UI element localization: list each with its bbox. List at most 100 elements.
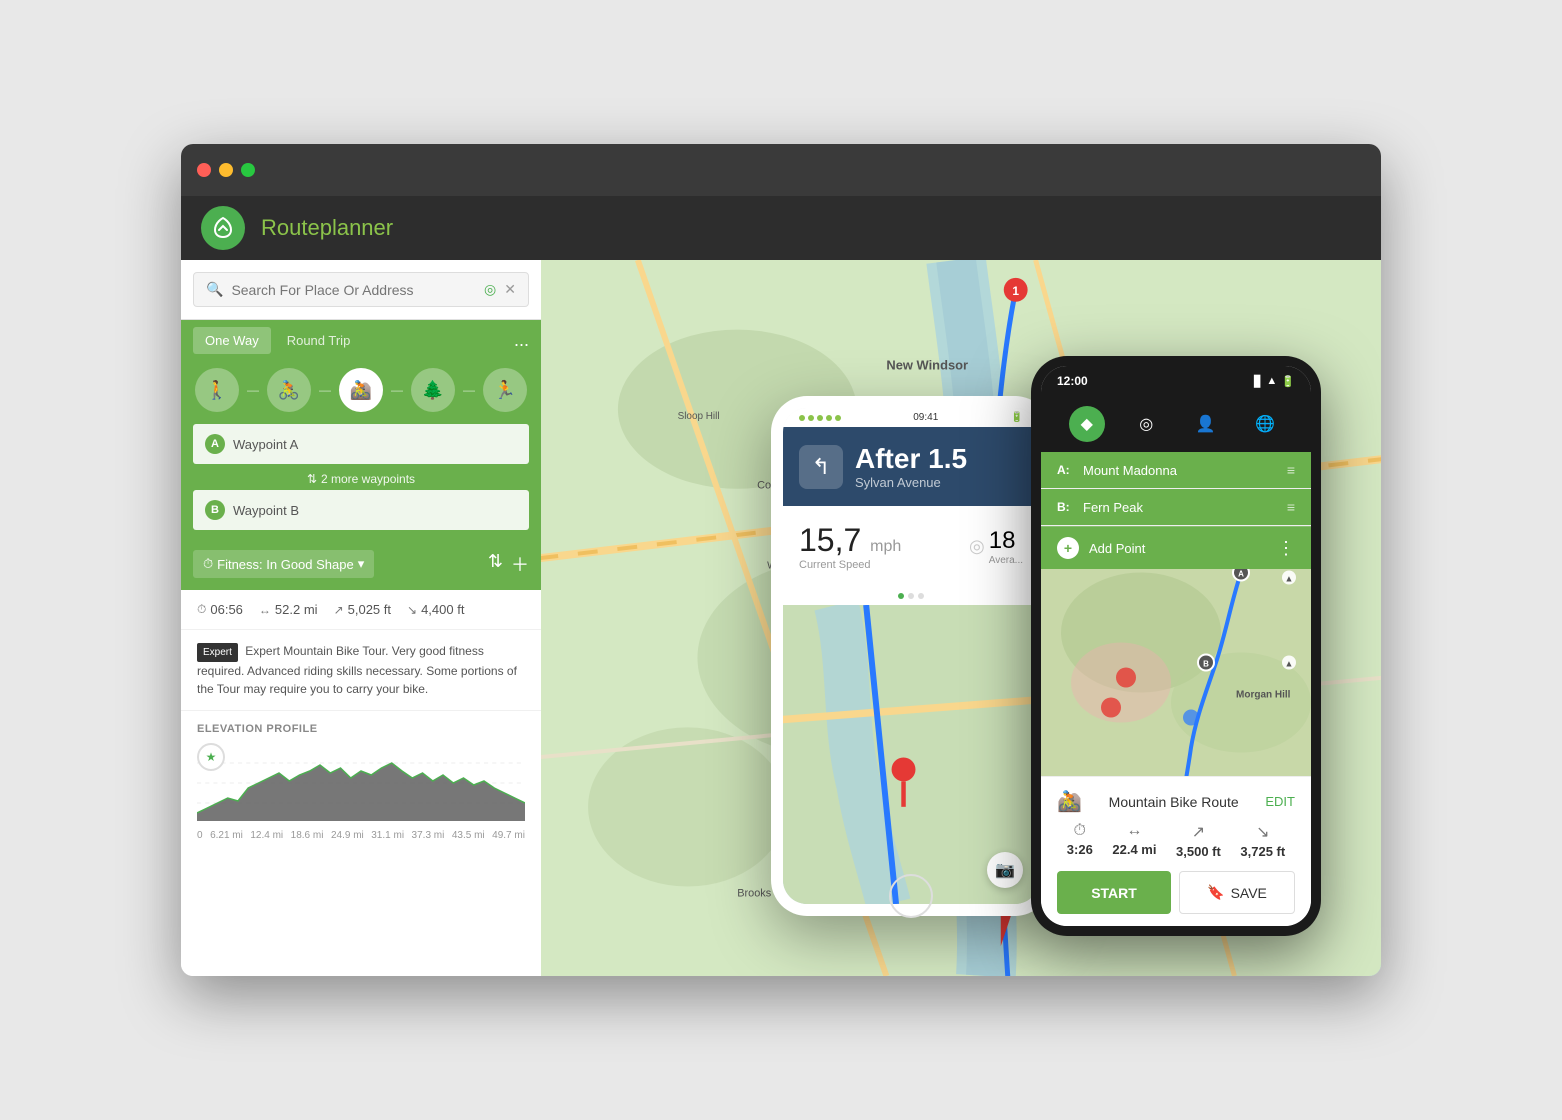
route-edit-button[interactable]: EDIT (1265, 794, 1295, 809)
more-waypoints[interactable]: ⇅ 2 more waypoints (193, 468, 529, 490)
black-wp-b-menu[interactable]: ≡ (1287, 499, 1295, 515)
black-waypoints: A: Mount Madonna ≡ B: Fern Peak ≡ (1041, 452, 1311, 569)
search-icon: 🔍 (206, 281, 223, 298)
more-options[interactable]: ... (514, 330, 529, 351)
waypoint-a-text: Waypoint A (233, 437, 298, 452)
waypoint-a-label: A (205, 434, 225, 454)
stat-descent-value: 4,400 ft (421, 602, 464, 617)
app-navbar: Routeplanner (181, 196, 1381, 260)
black-waypoint-b[interactable]: B: Fern Peak ≡ (1041, 489, 1311, 526)
route-time-icon: ⏱ (1067, 822, 1093, 840)
app-title: Routeplanner (261, 215, 393, 241)
phone-status-white: 09:41 🔋 (783, 408, 1039, 427)
location-icon[interactable]: ◎ (484, 281, 496, 298)
route-ascent-icon: ↗ (1176, 822, 1221, 842)
signal-icon: ▊ (1254, 375, 1262, 388)
tab-round-trip[interactable]: Round Trip (275, 327, 363, 354)
map-area[interactable]: 1 New Windsor Cornwall-on-Hudson West Po… (541, 260, 1381, 976)
route-time-value: 3:26 (1067, 842, 1093, 857)
fitness-select[interactable]: ⏱ Fitness: In Good Shape ▾ (193, 550, 374, 578)
elevation-chart: ★ 0 6.21 mi (197, 743, 525, 843)
nav-location-icon[interactable]: ◎ (1128, 406, 1164, 442)
home-button[interactable] (889, 874, 933, 918)
waypoint-a-row[interactable]: A Waypoint A (193, 424, 529, 464)
speed-avg-icon: ◎ (969, 536, 985, 557)
indicator-dot2 (908, 593, 914, 599)
black-wp-b-name: Fern Peak (1083, 500, 1277, 515)
nav-globe-icon[interactable]: 🌐 (1247, 406, 1283, 442)
battery-icon: 🔋 (1281, 375, 1295, 388)
distance-icon: ↔ (259, 603, 271, 617)
route-tabs: One Way Round Trip ... (181, 320, 541, 360)
transport-mountain-bike[interactable]: 🚵 (339, 368, 383, 412)
nav-route-icon[interactable]: ◆ (1069, 406, 1105, 442)
black-wp-a-name: Mount Madonna (1083, 463, 1277, 478)
elevation-title: ELEVATION PROFILE (197, 723, 525, 735)
signal-dot1 (799, 415, 805, 421)
nav-profile-icon[interactable]: 👤 (1188, 406, 1224, 442)
transport-walk[interactable]: 🚶 (195, 368, 239, 412)
svg-text:1: 1 (1012, 284, 1019, 298)
ascent-icon: ↗ (334, 603, 344, 617)
clear-icon[interactable]: ✕ (504, 281, 516, 298)
fitness-add-icon[interactable]: ＋ (511, 551, 529, 577)
route-stats: ⏱ 3:26 ↔ 22.4 mi ↗ (1057, 822, 1295, 859)
minimize-button[interactable] (219, 163, 233, 177)
speed-value: 15,7 mph (799, 522, 953, 559)
waypoint-b-row[interactable]: B Waypoint B (193, 490, 529, 530)
save-button[interactable]: 🔖 SAVE (1179, 871, 1295, 914)
black-status-icons: ▊ ▲ 🔋 (1254, 375, 1295, 388)
black-phone-map: A B Morgan Hi (1041, 569, 1311, 776)
black-wp-a-menu[interactable]: ≡ (1287, 462, 1295, 478)
svg-text:▲: ▲ (1285, 574, 1294, 584)
svg-text:▲: ▲ (1285, 659, 1294, 669)
connector1: — (247, 383, 259, 397)
nav-turn-arrow: ↰ (799, 445, 843, 489)
black-waypoint-a[interactable]: A: Mount Madonna ≡ (1041, 452, 1311, 489)
svg-text:B: B (1203, 660, 1209, 669)
map-background: 1 New Windsor Cornwall-on-Hudson West Po… (541, 260, 1381, 976)
connector2: — (319, 383, 331, 397)
route-descent-icon: ↘ (1240, 822, 1285, 842)
route-distance-icon: ↔ (1112, 822, 1156, 840)
transport-hike[interactable]: 🌲 (411, 368, 455, 412)
route-bike-icon: 🚵 (1057, 789, 1082, 814)
add-point-more[interactable]: ⋮ (1277, 538, 1295, 559)
camera-icon[interactable]: 📷 (987, 852, 1023, 888)
fitness-row: ⏱ Fitness: In Good Shape ▾ ⇅ ＋ (181, 542, 541, 590)
indicator-dot3 (918, 593, 924, 599)
search-bar: 🔍 ◎ ✕ (181, 260, 541, 320)
indicator-dots (783, 587, 1039, 605)
signal-dot3 (817, 415, 823, 421)
search-input[interactable] (231, 282, 476, 298)
svg-text:Sloop Hill: Sloop Hill (678, 411, 720, 422)
transport-run[interactable]: 🏃 (483, 368, 527, 412)
stat-time: ⏱ 06:56 (197, 602, 243, 617)
signal-dot5 (835, 415, 841, 421)
connector3: — (391, 383, 403, 397)
black-add-point[interactable]: + Add Point ⋮ (1041, 526, 1311, 569)
fitness-swap-icon[interactable]: ⇅ (488, 551, 503, 577)
phone-black: 12:00 ▊ ▲ 🔋 ◆ (1031, 356, 1321, 936)
svg-text:Morgan Hill: Morgan Hill (1236, 690, 1291, 701)
description-text: Expert Expert Mountain Bike Tour. Very g… (197, 642, 525, 698)
route-actions: START 🔖 SAVE (1057, 871, 1295, 914)
nav-card: ↰ After 1.5 Sylvan Avenue (783, 427, 1039, 506)
close-button[interactable] (197, 163, 211, 177)
maximize-button[interactable] (241, 163, 255, 177)
phone-signal-dots (799, 415, 841, 421)
start-button[interactable]: START (1057, 871, 1171, 914)
waypoints-section: A Waypoint A ⇅ 2 more waypoints B Waypoi… (181, 424, 541, 542)
fitness-actions: ⇅ ＋ (488, 551, 529, 577)
phone-white-screen: 09:41 🔋 ↰ After 1.5 Sylvan Avenue (783, 408, 1039, 904)
search-input-wrap[interactable]: 🔍 ◎ ✕ (193, 272, 529, 307)
signal-dot2 (808, 415, 814, 421)
waypoint-b-label: B (205, 500, 225, 520)
phone-white-battery: 🔋 (1011, 412, 1023, 423)
transport-bike[interactable]: 🚴 (267, 368, 311, 412)
tab-one-way[interactable]: One Way (193, 327, 271, 354)
route-stat-time: ⏱ 3:26 (1067, 822, 1093, 859)
fitness-chevron: ▾ (358, 556, 365, 572)
time-icon: ⏱ (197, 602, 206, 617)
stat-ascent-value: 5,025 ft (348, 602, 391, 617)
